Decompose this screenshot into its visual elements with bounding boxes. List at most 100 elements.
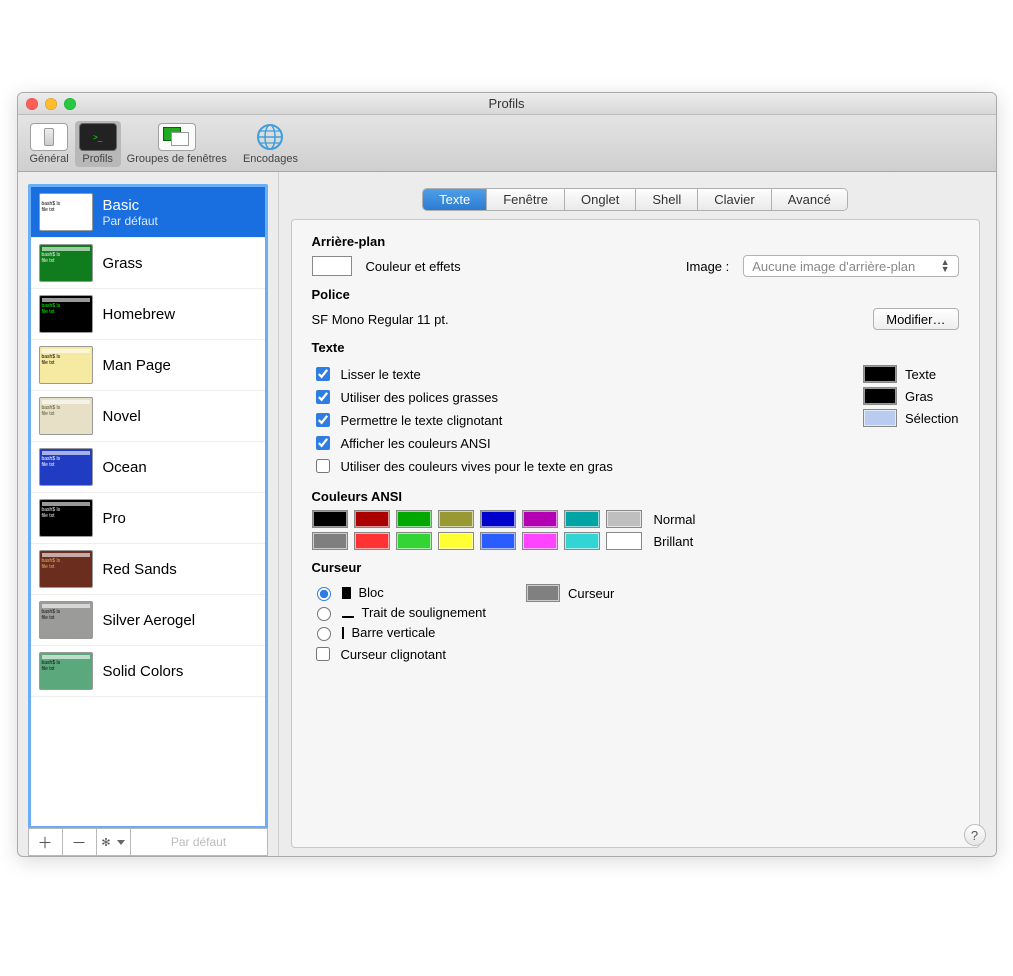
profile-item-solid-colors[interactable]: bash$ lsfile txt Solid Colors xyxy=(31,646,265,697)
profile-thumbnail: bash$ lsfile txt xyxy=(39,295,93,333)
cursor-blink-checkbox[interactable]: Curseur clignotant xyxy=(312,644,487,664)
profile-label: Solid Colors xyxy=(103,663,184,680)
settings-tabs: TexteFenêtreOngletShellClavierAvancé xyxy=(422,188,848,211)
profile-item-man-page[interactable]: bash$ lsfile txt Man Page xyxy=(31,340,265,391)
background-color-well[interactable] xyxy=(312,256,352,276)
profile-label: Man Page xyxy=(103,357,171,374)
ansi-color-well[interactable] xyxy=(564,532,600,550)
cursor-underline-radio[interactable]: Trait de soulignement xyxy=(312,604,487,621)
profiles-icon: >_ xyxy=(79,123,117,151)
profile-label: Ocean xyxy=(103,459,147,476)
cursor-vbar-radio[interactable]: Barre verticale xyxy=(312,624,487,641)
profile-list[interactable]: bash$ lsfile txtBasicPar défautbash$ lsf… xyxy=(28,184,268,829)
profile-label: Novel xyxy=(103,408,141,425)
ansi-color-well[interactable] xyxy=(522,532,558,550)
ansi-row-label: Brillant xyxy=(654,534,694,549)
profile-thumbnail: bash$ lsfile txt xyxy=(39,652,93,690)
section-ansi: Couleurs ANSI xyxy=(312,489,959,504)
text-color-well[interactable] xyxy=(863,365,897,383)
ansi-color-well[interactable] xyxy=(396,532,432,550)
profile-actions-menu[interactable]: ✻ xyxy=(97,829,131,855)
smooth-text-checkbox[interactable]: Lisser le texte xyxy=(312,364,824,384)
tab-onglet[interactable]: Onglet xyxy=(565,189,636,210)
text-settings-pane: Arrière-plan Couleur et effets Image : A… xyxy=(291,219,980,848)
close-button[interactable] xyxy=(26,98,38,110)
toolbar-label: Profils xyxy=(79,153,117,165)
change-font-button[interactable]: Modifier… xyxy=(873,308,958,330)
profile-item-pro[interactable]: bash$ lsfile txtPro xyxy=(31,493,265,544)
window-title: Profils xyxy=(18,96,996,111)
window-groups-icon xyxy=(158,123,196,151)
blink-text-checkbox[interactable]: Permettre le texte clignotant xyxy=(312,410,824,430)
profile-thumbnail: bash$ lsfile txt xyxy=(39,499,93,537)
preferences-window: Profils Général >_ Profils Groupes de fe… xyxy=(17,92,997,857)
profile-thumbnail: bash$ lsfile txt xyxy=(39,397,93,435)
profile-item-grass[interactable]: bash$ lsfile txtGrass xyxy=(31,238,265,289)
bold-color-well[interactable] xyxy=(863,387,897,405)
ansi-normal-row: Normal xyxy=(312,510,959,528)
ansi-color-well[interactable] xyxy=(564,510,600,528)
cursor-block-radio[interactable]: Bloc xyxy=(312,584,487,601)
cursor-color-well[interactable] xyxy=(526,584,560,602)
bold-fonts-checkbox[interactable]: Utiliser des polices grasses xyxy=(312,387,824,407)
profile-thumbnail: bash$ lsfile txt xyxy=(39,193,93,231)
profile-label: Grass xyxy=(103,255,143,272)
popup-value: Aucune image d'arrière-plan xyxy=(752,259,915,274)
tab-fenêtre[interactable]: Fenêtre xyxy=(487,189,565,210)
zoom-button[interactable] xyxy=(64,98,76,110)
ansi-color-well[interactable] xyxy=(312,532,348,550)
ansi-color-well[interactable] xyxy=(354,510,390,528)
ansi-color-well[interactable] xyxy=(396,510,432,528)
profile-item-novel[interactable]: bash$ lsfile txt Novel xyxy=(31,391,265,442)
background-image-popup[interactable]: Aucune image d'arrière-plan ▲▼ xyxy=(743,255,958,277)
ansi-color-well[interactable] xyxy=(522,510,558,528)
ansi-color-well[interactable] xyxy=(354,532,390,550)
ansi-colors-checkbox[interactable]: Afficher les couleurs ANSI xyxy=(312,433,824,453)
ansi-color-well[interactable] xyxy=(438,532,474,550)
ansi-color-well[interactable] xyxy=(480,532,516,550)
profile-item-silver-aerogel[interactable]: bash$ lsfile txt Silver Aerogel xyxy=(31,595,265,646)
selection-color-well[interactable] xyxy=(863,409,897,427)
profile-thumbnail: bash$ lsfile txt xyxy=(39,346,93,384)
sidebar-footer: ＋ － ✻ Par défaut xyxy=(28,828,268,856)
toolbar-profiles[interactable]: >_ Profils xyxy=(75,121,121,167)
add-profile-button[interactable]: ＋ xyxy=(29,829,63,855)
toolbar-window-groups[interactable]: Groupes de fenêtres xyxy=(123,121,231,167)
profile-item-basic[interactable]: bash$ lsfile txtBasicPar défaut xyxy=(31,187,265,238)
ansi-color-well[interactable] xyxy=(312,510,348,528)
toolbar-encodings[interactable]: Encodages xyxy=(239,121,302,167)
ansi-color-well[interactable] xyxy=(606,532,642,550)
toolbar-general[interactable]: Général xyxy=(26,121,73,167)
ansi-color-well[interactable] xyxy=(606,510,642,528)
profile-item-homebrew[interactable]: bash$ lsfile txtHomebrew xyxy=(31,289,265,340)
profile-thumbnail: bash$ lsfile txt xyxy=(39,550,93,588)
color-effects-label: Couleur et effets xyxy=(366,259,461,274)
profile-item-red-sands[interactable]: bash$ lsfile txt Red Sands xyxy=(31,544,265,595)
tab-clavier[interactable]: Clavier xyxy=(698,189,771,210)
ansi-color-well[interactable] xyxy=(438,510,474,528)
remove-profile-button[interactable]: － xyxy=(63,829,97,855)
font-value: SF Mono Regular 11 pt. xyxy=(312,312,866,327)
set-default-button[interactable]: Par défaut xyxy=(131,829,267,855)
minimize-button[interactable] xyxy=(45,98,57,110)
ansi-row-label: Normal xyxy=(654,512,696,527)
window-controls xyxy=(26,98,76,110)
main-panel: TexteFenêtreOngletShellClavierAvancé Arr… xyxy=(278,172,996,856)
tab-shell[interactable]: Shell xyxy=(636,189,698,210)
bright-bold-checkbox[interactable]: Utiliser des couleurs vives pour le text… xyxy=(312,456,824,476)
section-text: Texte xyxy=(312,340,959,355)
tab-texte[interactable]: Texte xyxy=(423,189,487,210)
profile-label: Red Sands xyxy=(103,561,177,578)
help-button[interactable]: ? xyxy=(964,824,986,846)
section-cursor: Curseur xyxy=(312,560,959,575)
ansi-color-well[interactable] xyxy=(480,510,516,528)
section-font: Police xyxy=(312,287,959,302)
profile-thumbnail: bash$ lsfile txt xyxy=(39,448,93,486)
profile-item-ocean[interactable]: bash$ lsfile txt Ocean xyxy=(31,442,265,493)
ansi-bright-row: Brillant xyxy=(312,532,959,550)
tab-avancé[interactable]: Avancé xyxy=(772,189,847,210)
profile-label: Silver Aerogel xyxy=(103,612,196,629)
toolbar-label: Encodages xyxy=(243,153,298,165)
body: bash$ lsfile txtBasicPar défautbash$ lsf… xyxy=(18,172,996,856)
profile-thumbnail: bash$ lsfile txt xyxy=(39,601,93,639)
